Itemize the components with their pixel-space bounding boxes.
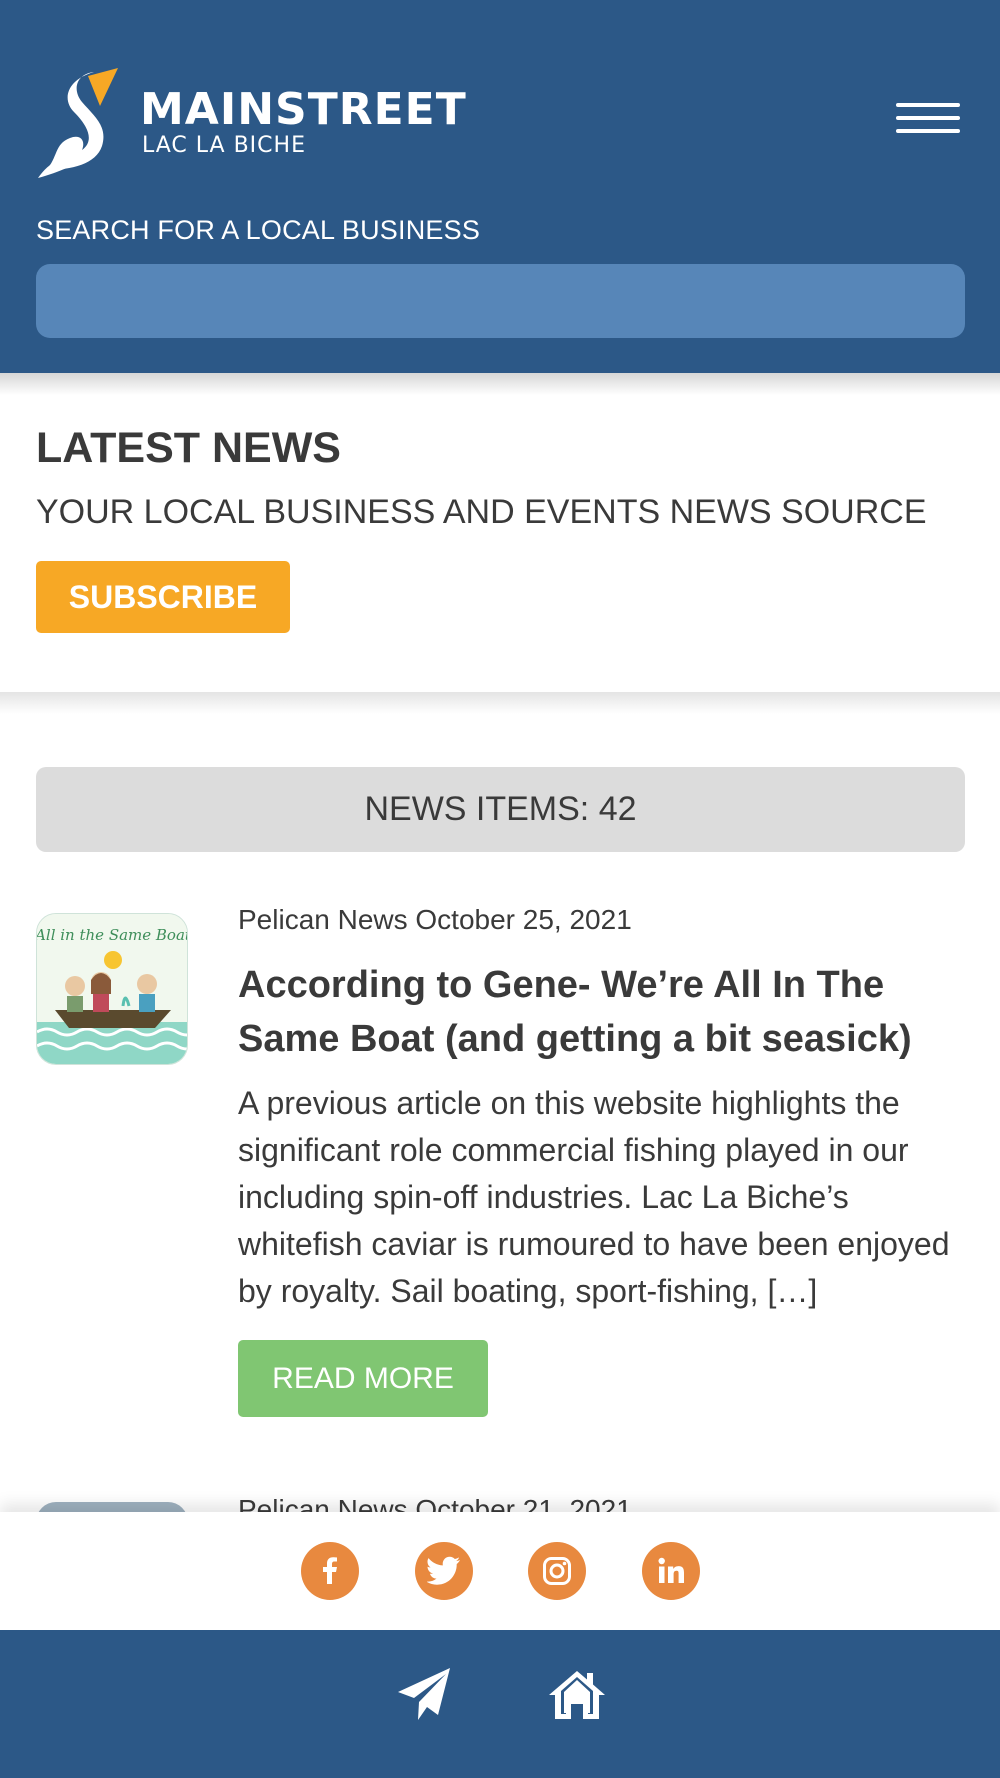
- boat-illustration-icon: All in the Same Boat: [37, 914, 188, 1064]
- twitter-icon[interactable]: [415, 1542, 473, 1600]
- paper-plane-icon[interactable]: [389, 1660, 459, 1730]
- site-header: MAINSTREET LAC LA BICHE SEARCH FOR A LOC…: [0, 0, 1000, 373]
- social-bar: [0, 1512, 1000, 1630]
- logo-subtitle: LAC LA BICHE: [142, 133, 306, 158]
- linkedin-icon[interactable]: [642, 1542, 700, 1600]
- mainstreet-logo[interactable]: MAINSTREET LAC LA BICHE: [36, 66, 476, 178]
- article-excerpt: A previous article on this website highl…: [238, 1085, 950, 1309]
- news-count-bar: NEWS ITEMS: 42: [36, 767, 965, 852]
- section-divider: [0, 692, 1000, 714]
- bottom-navigation: [0, 1630, 1000, 1778]
- search-label: SEARCH FOR A LOCAL BUSINESS: [36, 215, 481, 245]
- page-subtitle: YOUR LOCAL BUSINESS AND EVENTS NEWS SOUR…: [36, 493, 927, 531]
- page-title: LATEST NEWS: [36, 424, 341, 472]
- facebook-icon[interactable]: [301, 1542, 359, 1600]
- logo-wordmark: MAINSTREET: [140, 84, 467, 135]
- pelican-logo-icon: [38, 68, 118, 178]
- article-title-link[interactable]: According to Gene- We’re All In The Same…: [238, 958, 968, 1066]
- article-meta: Pelican News October 25, 2021: [238, 904, 632, 935]
- home-icon[interactable]: [542, 1660, 612, 1730]
- header-shadow: [0, 373, 1000, 395]
- hamburger-menu-icon[interactable]: [896, 99, 964, 141]
- instagram-icon[interactable]: [528, 1542, 586, 1600]
- article-thumbnail[interactable]: All in the Same Boat: [36, 913, 188, 1065]
- svg-text:All in the Same Boat: All in the Same Boat: [37, 926, 188, 944]
- business-search-input[interactable]: [36, 264, 965, 338]
- read-more-button[interactable]: READ MORE: [238, 1340, 488, 1417]
- subscribe-button[interactable]: SUBSCRIBE: [36, 561, 290, 633]
